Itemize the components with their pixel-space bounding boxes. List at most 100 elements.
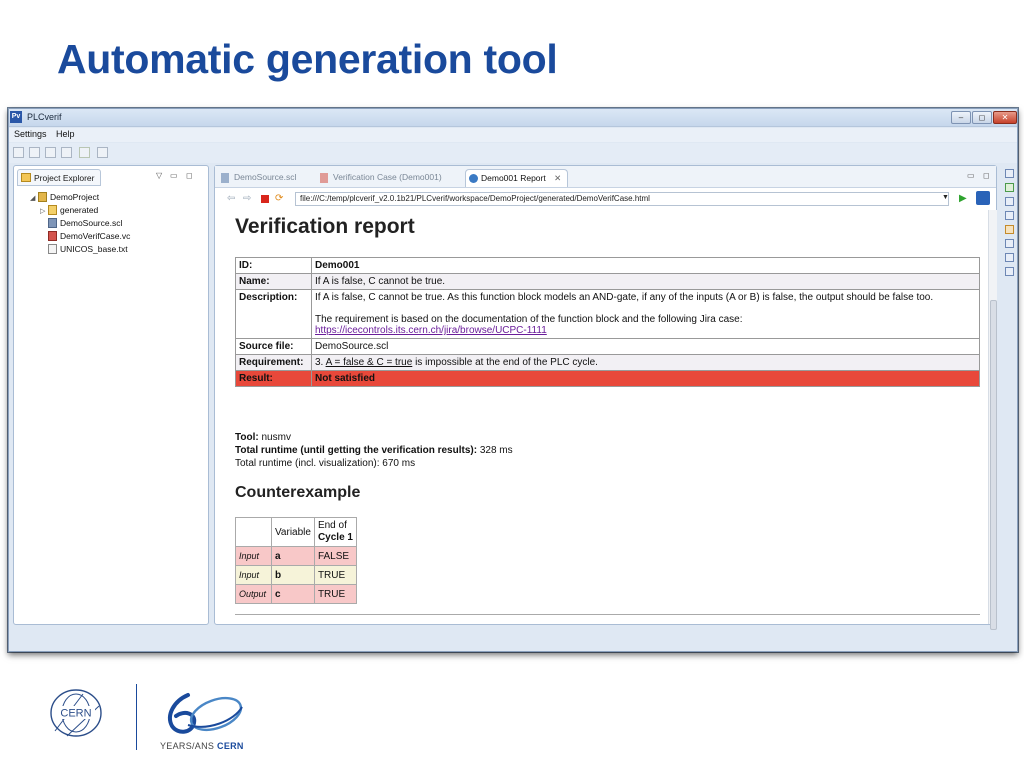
url-dropdown-icon[interactable]: ▼: [942, 194, 949, 201]
divider: [235, 614, 980, 615]
hierarchy-icon[interactable]: [1005, 267, 1014, 276]
value-cell: FALSE: [313, 546, 357, 566]
tree-item-label: generated: [60, 205, 99, 215]
requirement-number: 3.: [315, 357, 324, 368]
maximize-editor-icon[interactable]: ◻: [983, 171, 990, 180]
close-tab-icon[interactable]: ✕: [554, 173, 561, 183]
result-value: Not satisfied: [311, 370, 980, 387]
tab-demo001-report[interactable]: Demo001 Report ✕: [465, 169, 569, 187]
counterexample-table: Variable End of Cycle 1 Input a FALSE In…: [235, 517, 357, 604]
app-icon: Pv: [10, 111, 22, 123]
maximize-view-icon[interactable]: ◻: [186, 171, 193, 180]
print-icon[interactable]: [45, 147, 56, 158]
tab-label: Verification Case (Demo001): [333, 172, 442, 182]
vertical-scrollbar[interactable]: [988, 210, 997, 630]
tree-item-label: DemoProject: [50, 192, 100, 202]
outline-icon[interactable]: [1005, 197, 1014, 206]
tree-item-demosource[interactable]: DemoSource.scl: [48, 218, 122, 231]
editor-area: DemoSource.scl Verification Case (Demo00…: [214, 165, 997, 630]
cut-icon[interactable]: [79, 147, 90, 158]
tab-verification-case[interactable]: Verification Case (Demo001): [320, 169, 442, 187]
plcverif-window: Pv PLCverif – ◻ ✕ Settings Help Project …: [8, 108, 1018, 652]
status-bar: [9, 631, 1017, 651]
id-label: ID:: [235, 257, 312, 274]
tree-item-project[interactable]: ◢ DemoProject: [30, 192, 99, 205]
counterexample-heading: Counterexample: [235, 484, 361, 501]
text-file-icon: [48, 244, 57, 254]
tab-label: Demo001 Report: [481, 173, 546, 183]
variable-header: Variable: [271, 517, 315, 547]
expanded-arrow-icon[interactable]: ◢: [30, 194, 38, 202]
back-icon[interactable]: ⇦: [227, 193, 235, 204]
vc-file-icon: [48, 231, 57, 241]
view-menu-icon[interactable]: ▽: [156, 171, 162, 180]
project-explorer-tab[interactable]: Project Explorer: [17, 169, 102, 186]
tasks-icon[interactable]: [1005, 253, 1014, 262]
maximize-button[interactable]: ◻: [972, 111, 992, 124]
table-row: Name: If A is false, C cannot be true.: [235, 273, 980, 290]
scrollbar-thumb[interactable]: [990, 300, 997, 630]
close-button[interactable]: ✕: [993, 111, 1017, 124]
table-row: Variable End of Cycle 1: [235, 517, 357, 547]
requirement-suffix: is impossible at the end of the PLC cycl…: [415, 357, 598, 368]
save-all-icon[interactable]: [29, 147, 40, 158]
jira-link[interactable]: https://icecontrols.its.cern.ch/jira/bro…: [315, 325, 547, 336]
tool-info: Tool: nusmv Total runtime (until getting…: [235, 431, 513, 470]
tree-item-label: UNICOS_base.txt: [60, 244, 128, 254]
collapsed-arrow-icon[interactable]: ▷: [40, 207, 48, 215]
tab-demosource[interactable]: DemoSource.scl: [221, 169, 296, 187]
tagline-text: YEARS/ANS: [160, 741, 215, 751]
menu-settings[interactable]: Settings: [14, 129, 47, 139]
menu-help[interactable]: Help: [56, 129, 75, 139]
browser-nav-icon[interactable]: [976, 191, 990, 205]
restore-icon[interactable]: [1005, 169, 1014, 178]
tree-item-generated[interactable]: ▷ generated: [40, 205, 98, 218]
tree-item-demoverifcase[interactable]: DemoVerifCase.vc: [48, 231, 130, 244]
result-label: Result:: [235, 370, 312, 387]
table-row: Input b TRUE: [235, 565, 357, 585]
slide: Automatic generation tool Pv PLCverif – …: [0, 0, 1024, 768]
tagline-brand: CERN: [217, 741, 244, 751]
scl-file-icon: [48, 218, 57, 228]
tool-label: Tool:: [235, 432, 259, 443]
project-explorer: Project Explorer ▽ ▭ ◻ ◢ DemoProject ▷ gen…: [13, 165, 209, 625]
properties-icon[interactable]: [1005, 211, 1014, 220]
source-file-value: DemoSource.scl: [311, 338, 980, 355]
title-bar[interactable]: Pv PLCverif – ◻ ✕: [9, 109, 1017, 127]
globe-icon: [469, 174, 478, 183]
minimize-view-icon[interactable]: ▭: [170, 171, 178, 180]
window-title: PLCverif: [27, 112, 62, 122]
save-icon[interactable]: [13, 147, 24, 158]
forward-icon[interactable]: ⇨: [243, 193, 251, 204]
minimize-editor-icon[interactable]: ▭: [967, 171, 975, 180]
table-row: Input a FALSE: [235, 546, 357, 566]
project-icon: [38, 192, 47, 202]
editor-tab-bar: DemoSource.scl Verification Case (Demo00…: [215, 166, 996, 188]
stop-icon[interactable]: [261, 195, 269, 203]
minimize-button[interactable]: –: [951, 111, 971, 124]
image-icon[interactable]: [1005, 225, 1014, 234]
requirement-label: Requirement:: [235, 354, 312, 371]
url-input[interactable]: file:///C:/temp/plcverif_v2.0.1b21/PLCve…: [295, 192, 949, 206]
copy-icon[interactable]: [61, 147, 72, 158]
side-toolbar: [1001, 165, 1017, 276]
go-icon[interactable]: ▶: [959, 193, 967, 204]
console-icon[interactable]: [1005, 183, 1014, 192]
restore-icon[interactable]: [1005, 239, 1014, 248]
cern-logo: CERN: [50, 689, 102, 737]
name-label: Name:: [235, 273, 312, 290]
tree-item-label: DemoVerifCase.vc: [60, 231, 131, 241]
table-row: Output c TRUE: [235, 584, 357, 604]
delete-icon[interactable]: [97, 147, 108, 158]
variable-cell: c: [271, 584, 315, 604]
value-cell: TRUE: [313, 584, 357, 604]
tree-item-label: DemoSource.scl: [60, 218, 123, 228]
requirement-value: 3. A = false & C = true is impossible at…: [311, 354, 980, 371]
cycle-label: Cycle 1: [317, 532, 353, 543]
tree-item-unicos[interactable]: UNICOS_base.txt: [48, 244, 128, 257]
refresh-icon[interactable]: ⟳: [275, 193, 283, 204]
report-heading: Verification report: [235, 215, 415, 238]
name-value: If A is false, C cannot be true.: [311, 273, 980, 290]
menu-bar: Settings Help: [9, 128, 1017, 142]
description-text: If A is false, C cannot be true. As this…: [315, 292, 934, 303]
